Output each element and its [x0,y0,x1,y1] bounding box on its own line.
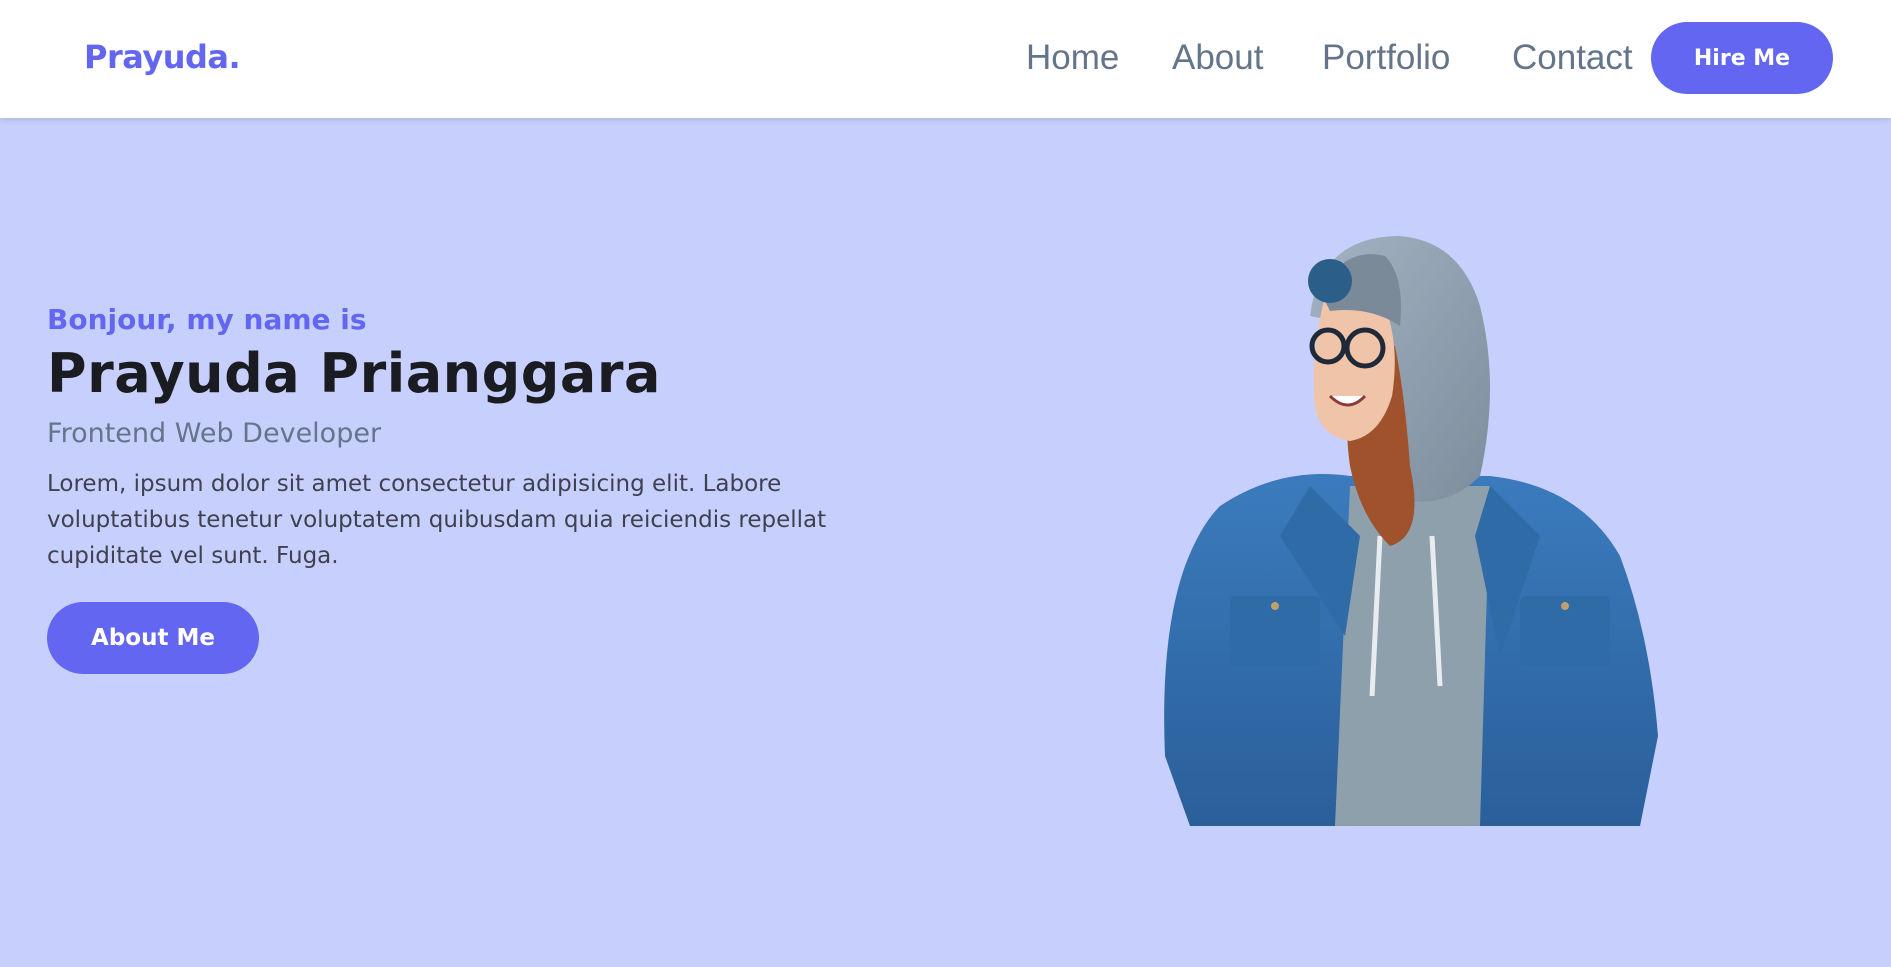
hire-me-button[interactable]: Hire Me [1651,22,1833,94]
nav-link-portfolio[interactable]: Portfolio [1322,38,1450,78]
site-logo[interactable]: Prayuda. [84,38,241,76]
nav-link-home[interactable]: Home [1026,38,1119,78]
hero-intro: Bonjour, my name is Prayuda Prianggara F… [47,300,887,674]
hero-portrait [1164,236,1658,826]
nav-link-contact[interactable]: Contact [1512,38,1633,78]
hero-name: Prayuda Prianggara [47,342,661,405]
about-me-button[interactable]: About Me [47,602,259,674]
hero-greeting: Bonjour, my name is [47,303,367,336]
hero-description: Lorem, ipsum dolor sit amet consectetur … [47,471,827,569]
navbar: Prayuda. Home About Portfolio Contact Hi… [0,0,1891,118]
hero-role: Frontend Web Developer [47,418,382,449]
nav-link-about[interactable]: About [1172,38,1263,78]
